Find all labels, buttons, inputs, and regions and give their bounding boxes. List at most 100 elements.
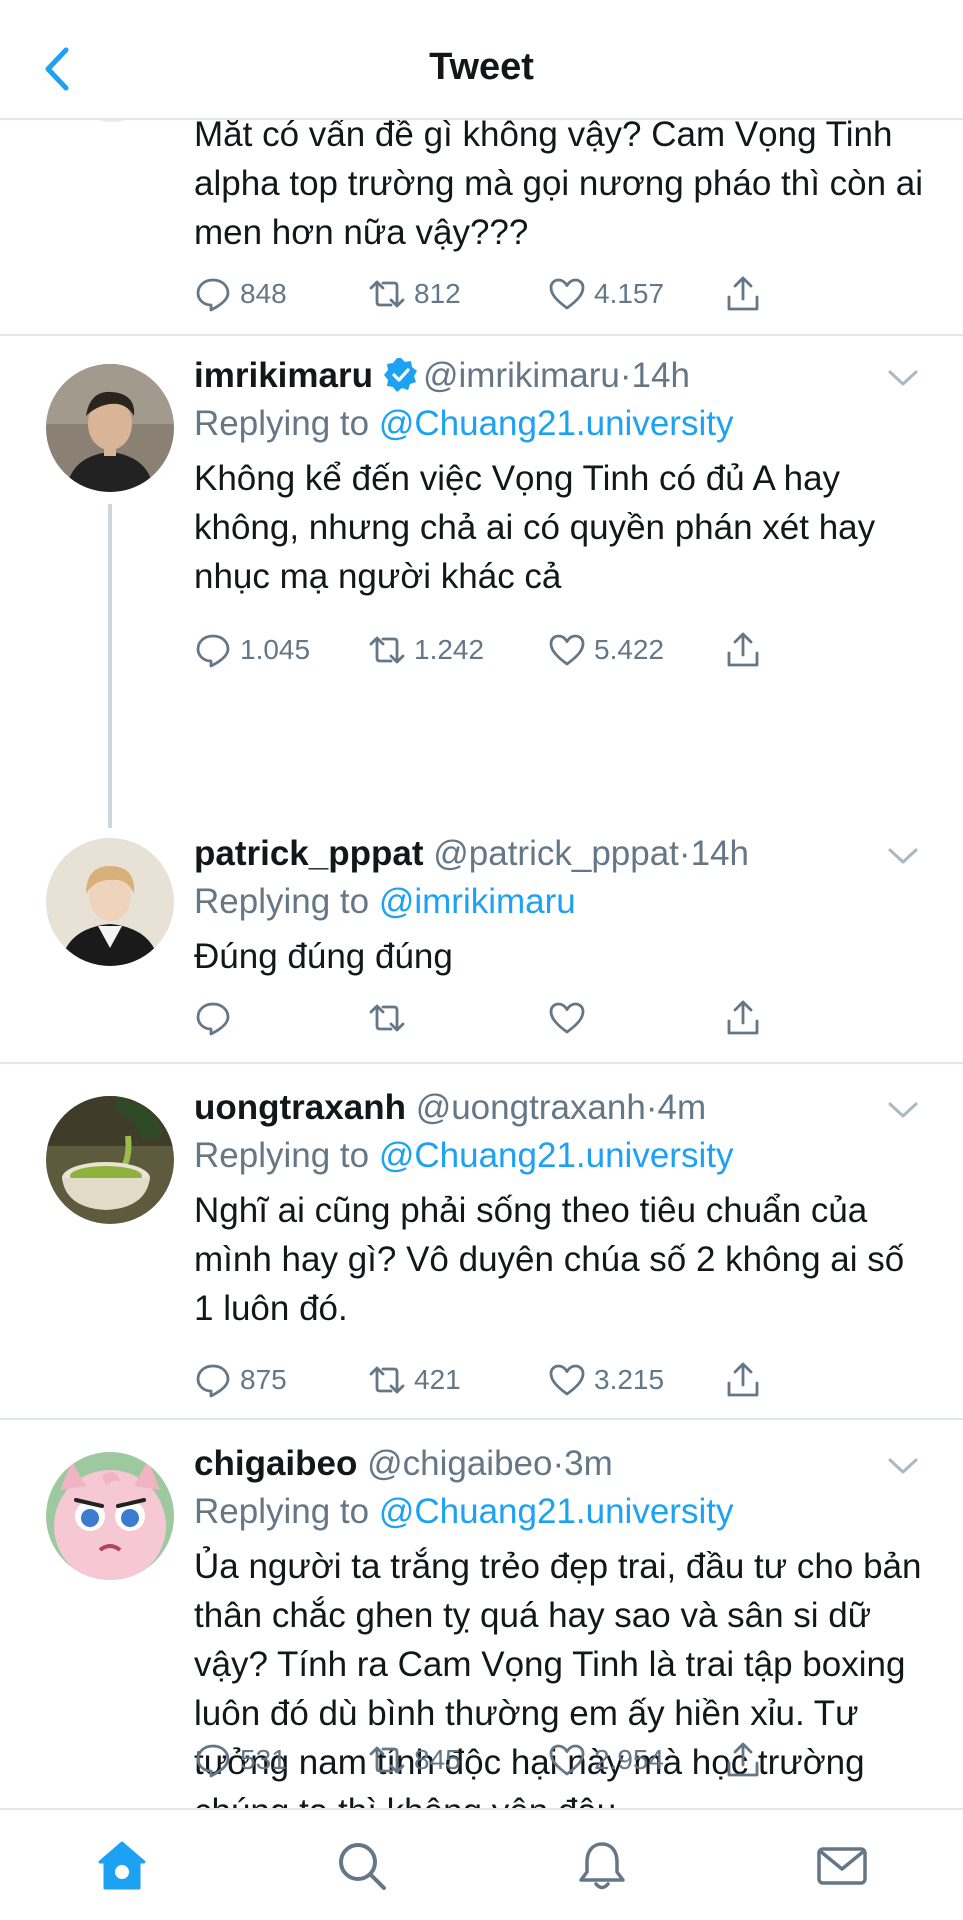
handle: @imrikimaru [422, 356, 620, 395]
display-name[interactable]: imrikimaru [194, 356, 373, 395]
tweet-actions: 848 812 4.157 [194, 272, 774, 316]
mention-link[interactable]: @Chuang21.university [379, 1136, 734, 1175]
avatar[interactable] [46, 1096, 174, 1224]
bell-icon [579, 1842, 625, 1890]
retweet-button[interactable]: 1.242 [368, 628, 484, 672]
thread-line [108, 504, 112, 828]
chevron-down-icon[interactable] [887, 846, 919, 866]
display-name[interactable]: chigaibeo [194, 1444, 357, 1483]
tweet-header: imrikimaru @imrikimaru·14h [194, 354, 690, 398]
share-button[interactable] [724, 628, 770, 672]
share-icon [727, 632, 759, 667]
chevron-down-icon[interactable] [887, 368, 919, 388]
tab-home[interactable] [94, 1838, 150, 1894]
reply-icon [196, 1744, 230, 1778]
replying-to: Replying to @Chuang21.university [194, 402, 733, 446]
tweet[interactable]: imrikimaru @imrikimaru·14h Replying to @C… [0, 336, 963, 832]
dot-separator: · [552, 1444, 565, 1483]
heart-icon [549, 1744, 585, 1776]
tab-search[interactable] [334, 1838, 390, 1894]
chevron-down-icon[interactable] [887, 1456, 919, 1476]
dot-separator: · [645, 1088, 658, 1127]
tweet-text: Mắt có vấn đề gì không vậy? Cam Vọng Tin… [194, 120, 924, 252]
retweet-button[interactable]: 845 [368, 1738, 461, 1782]
reply-button[interactable]: 1.045 [194, 628, 310, 672]
share-button[interactable] [724, 996, 770, 1040]
mention-link[interactable]: @Chuang21.university [379, 404, 734, 443]
handle: @patrick_pppat [433, 834, 679, 873]
replying-to-label: Replying to [194, 404, 370, 443]
chevron-down-icon[interactable] [887, 1100, 919, 1120]
tweet-actions: 1.045 1.242 5.422 [194, 628, 774, 672]
timestamp: 4m [657, 1088, 707, 1127]
tab-messages[interactable] [814, 1838, 870, 1894]
reply-count: 1.045 [240, 634, 311, 665]
replying-to-label: Replying to [194, 1492, 370, 1531]
page-title: Tweet [429, 46, 534, 88]
tweet[interactable]: patrick_pppat @patrick_pppat·14h Replyin… [0, 832, 963, 1062]
reply-button[interactable] [194, 996, 240, 1040]
display-name[interactable]: uongtraxanh [194, 1088, 406, 1127]
retweet-button[interactable]: 812 [368, 272, 461, 316]
mention-link[interactable]: @imrikimaru [379, 882, 576, 921]
share-button[interactable] [724, 1738, 770, 1782]
tweet-actions: 531 845 2.954 [194, 1738, 774, 1782]
retweet-count: 421 [414, 1364, 461, 1395]
tweet[interactable]: uongtraxanh @uongtraxanh·4m Replying to … [0, 1064, 963, 1418]
reply-count: 875 [240, 1364, 287, 1395]
home-icon [98, 1841, 146, 1890]
like-button[interactable] [548, 996, 594, 1040]
avatar[interactable] [46, 838, 174, 966]
reply-icon [196, 1364, 230, 1398]
share-button[interactable] [724, 1358, 770, 1402]
like-button[interactable]: 4.157 [548, 272, 664, 316]
like-count: 2.954 [594, 1744, 665, 1775]
timestamp: 14h [690, 834, 749, 873]
retweet-count: 812 [414, 278, 461, 309]
timestamp: 3m [564, 1444, 613, 1483]
reply-count: 848 [240, 278, 287, 309]
avatar[interactable] [46, 364, 174, 492]
heart-icon [549, 278, 585, 310]
search-icon [339, 1843, 386, 1890]
conversation-feed[interactable]: Mắt có vấn đề gì không vậy? Cam Vọng Tin… [0, 120, 963, 1808]
tweet-text: Không kể đến việc Vọng Tinh có đủ A hay … [194, 459, 876, 596]
tweet-text: Nghĩ ai cũng phải sống theo tiêu chuẩn c… [194, 1191, 905, 1328]
mail-icon [817, 1847, 867, 1885]
retweet-count: 1.242 [414, 634, 485, 665]
reply-button[interactable]: 875 [194, 1358, 287, 1402]
share-icon [727, 1742, 759, 1777]
tweet-actions: 875 421 3.215 [194, 1358, 774, 1402]
retweet-count: 845 [414, 1744, 461, 1775]
avatar[interactable] [46, 1452, 174, 1580]
display-name[interactable]: patrick_pppat [194, 834, 424, 873]
like-button[interactable]: 5.422 [548, 628, 664, 672]
verified-badge-icon [383, 358, 417, 392]
like-button[interactable]: 2.954 [548, 1738, 664, 1782]
heart-icon [549, 634, 585, 666]
share-icon [727, 276, 759, 311]
mention-link[interactable]: @Chuang21.university [379, 1492, 734, 1531]
tweet-partial[interactable]: Mắt có vấn đề gì không vậy? Cam Vọng Tin… [0, 120, 963, 334]
heart-icon [549, 1002, 585, 1034]
retweet-button[interactable]: 421 [368, 1358, 461, 1402]
share-button[interactable] [724, 272, 770, 316]
retweet-button[interactable] [368, 996, 414, 1040]
tweet-header: chigaibeo @chigaibeo·3m [194, 1442, 613, 1486]
reply-button[interactable]: 848 [194, 272, 287, 316]
replying-to-label: Replying to [194, 1136, 370, 1175]
replying-to: Replying to @imrikimaru [194, 880, 576, 924]
reply-button[interactable]: 531 [194, 1738, 287, 1782]
retweet-icon [369, 1746, 405, 1774]
bottom-tab-bar [0, 1808, 963, 1920]
tweet-text: Đúng đúng đúng [194, 937, 453, 976]
tweet-header: patrick_pppat @patrick_pppat·14h [194, 832, 749, 876]
dot-separator: · [619, 356, 632, 395]
like-button[interactable]: 3.215 [548, 1358, 664, 1402]
like-count: 5.422 [594, 634, 665, 665]
timestamp: 14h [631, 356, 690, 395]
tab-notifications[interactable] [574, 1838, 630, 1894]
tweet[interactable]: chigaibeo @chigaibeo·3m Replying to @Chu… [0, 1420, 963, 1808]
like-count: 3.215 [594, 1364, 665, 1395]
retweet-icon [369, 1366, 405, 1394]
